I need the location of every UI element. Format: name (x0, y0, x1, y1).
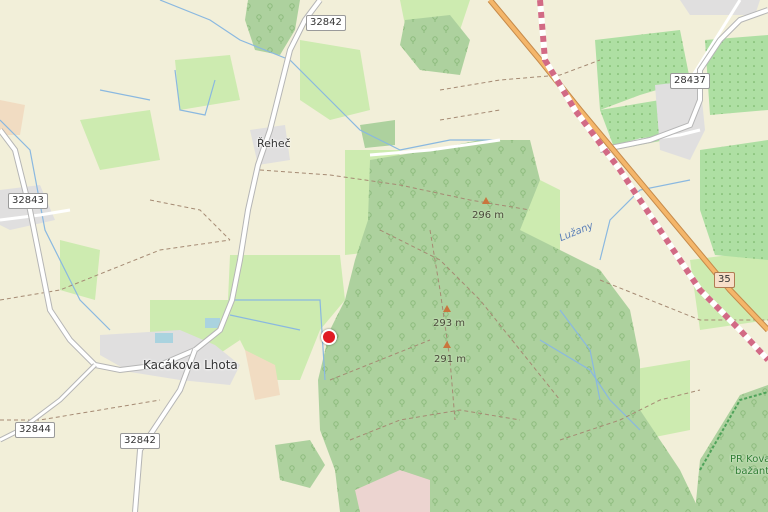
peak-label-291: 291 m (434, 354, 467, 365)
peak-triangle-icon (443, 305, 451, 312)
road-shield-32844: 32844 (15, 422, 55, 438)
road-shield-32842-north: 32842 (306, 15, 346, 31)
map-view[interactable]: 32842 32843 32844 32842 28437 35 Kacákov… (0, 0, 768, 512)
place-label-rehec[interactable]: Řeheč (257, 137, 291, 150)
road-shield-32842-south: 32842 (120, 433, 160, 449)
road-shield-32843: 32843 (8, 193, 48, 209)
peak-label-293: 293 m (433, 318, 466, 329)
place-label-kacakova-lhota[interactable]: Kacákova Lhota (143, 358, 238, 372)
peak-label-296: 296 m (472, 210, 505, 221)
road-shield-28437: 28437 (670, 73, 710, 89)
reserve-label-line-1[interactable]: PR Kovac (730, 454, 768, 465)
road-shield-35: 35 (714, 272, 735, 288)
location-marker-icon[interactable] (321, 329, 337, 345)
reserve-label-line-2[interactable]: bažantn (735, 466, 768, 477)
map-canvas (0, 0, 768, 512)
peak-triangle-icon (443, 341, 451, 348)
peak-triangle-icon (482, 197, 490, 204)
